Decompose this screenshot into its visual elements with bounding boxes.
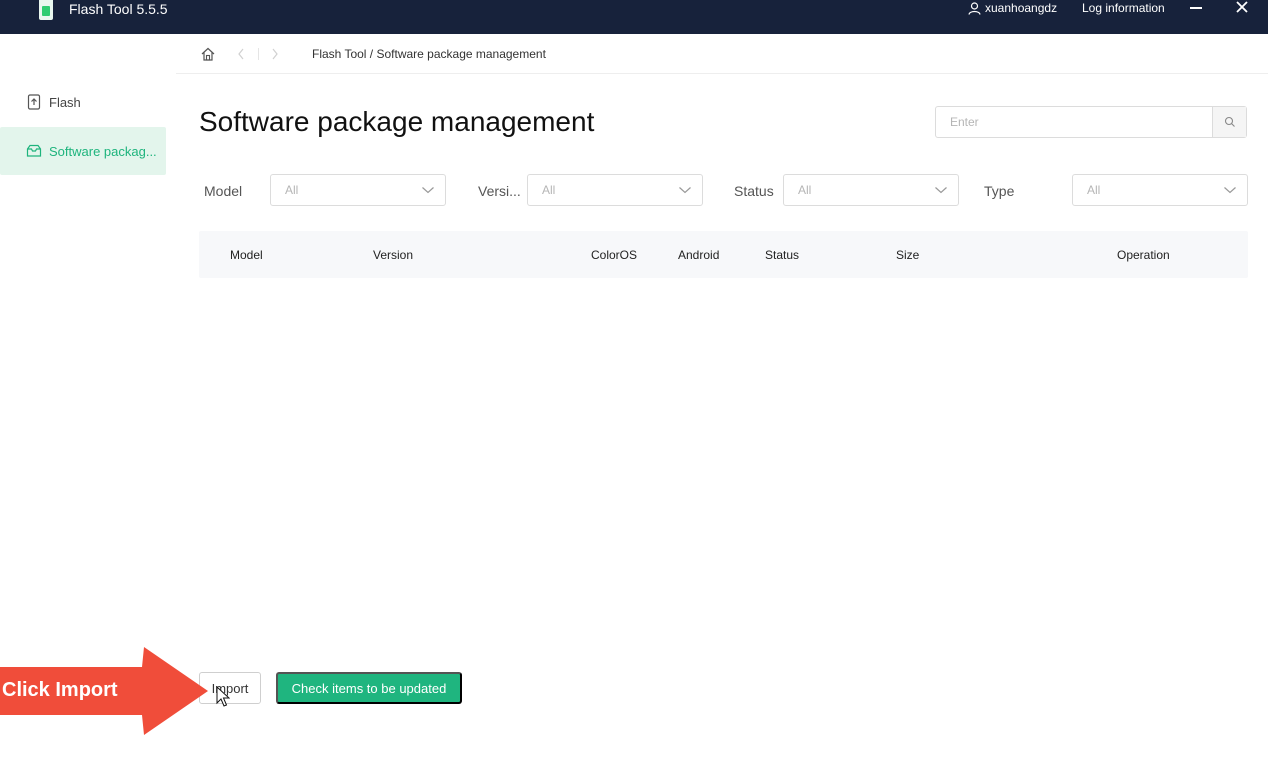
search-box: [935, 106, 1247, 138]
check-updates-button[interactable]: Check items to be updated: [276, 672, 462, 704]
close-icon[interactable]: [1234, 0, 1250, 16]
chevron-down-icon: [422, 187, 434, 194]
package-icon: [26, 143, 42, 159]
version-select[interactable]: All: [527, 174, 703, 206]
select-value: All: [798, 183, 812, 197]
upload-file-icon: [26, 94, 42, 110]
app-logo-icon: [39, 0, 53, 20]
forward-arrow-icon[interactable]: [270, 47, 280, 61]
sidebar-item-software-package[interactable]: Software packag...: [0, 127, 166, 175]
annotation-label: Click Import: [2, 679, 118, 701]
column-header-size: Size: [896, 248, 920, 262]
chevron-down-icon: [1224, 187, 1236, 194]
log-information-link[interactable]: Log information: [1082, 1, 1165, 15]
chevron-down-icon: [935, 187, 947, 194]
divider: [258, 48, 259, 60]
user-account[interactable]: xuanhoangdz: [968, 1, 1057, 15]
column-header-version: Version: [373, 248, 414, 262]
select-value: All: [1087, 183, 1101, 197]
back-arrow-icon[interactable]: [236, 47, 246, 61]
page-title: Software package management: [199, 106, 595, 137]
table-header: Model Version ColorOS Android Status Siz…: [199, 231, 1248, 278]
search-button[interactable]: [1212, 107, 1246, 137]
chevron-down-icon: [679, 187, 691, 194]
column-header-model: Model: [230, 248, 263, 262]
select-value: All: [285, 183, 299, 197]
status-select[interactable]: All: [783, 174, 959, 206]
filter-label-model: Model: [204, 183, 243, 199]
mouse-pointer-icon: [216, 686, 230, 707]
username-label: xuanhoangdz: [985, 1, 1058, 15]
home-icon[interactable]: [200, 46, 216, 62]
search-input[interactable]: [936, 107, 1212, 137]
app-title: Flash Tool 5.5.5: [69, 1, 168, 17]
column-header-coloros: ColorOS: [591, 248, 638, 262]
title-bar: Flash Tool 5.5.5 xuanhoangdz Log informa…: [0, 0, 1268, 34]
breadcrumb: Flash Tool / Software package management: [312, 47, 546, 61]
column-header-status: Status: [765, 248, 800, 262]
column-header-operation: Operation: [1117, 248, 1170, 262]
sidebar-item-label: Flash: [49, 94, 81, 110]
user-icon: [968, 1, 981, 15]
filter-label-version: Versi...: [478, 183, 521, 199]
filter-label-type: Type: [984, 183, 1015, 199]
type-select[interactable]: All: [1072, 174, 1248, 206]
filter-label-status: Status: [734, 183, 774, 199]
breadcrumb-bar: Flash Tool / Software package management: [176, 34, 1268, 74]
sidebar-item-flash[interactable]: Flash: [0, 78, 166, 126]
minimize-icon[interactable]: [1188, 0, 1204, 16]
column-header-android: Android: [678, 248, 720, 262]
model-select[interactable]: All: [270, 174, 446, 206]
select-value: All: [542, 183, 556, 197]
sidebar-item-label: Software packag...: [49, 143, 157, 159]
search-icon: [1224, 116, 1235, 127]
